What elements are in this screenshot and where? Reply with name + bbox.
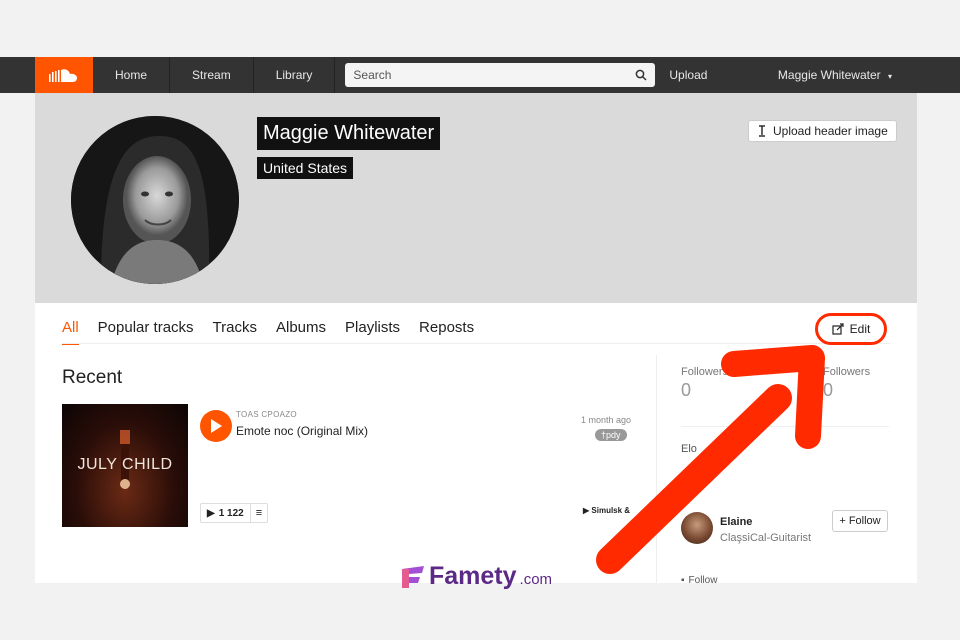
follow-link[interactable]: ▪ Follow [681, 575, 717, 586]
play-button[interactable] [200, 410, 232, 442]
track-tag[interactable]: †pdy [595, 429, 627, 441]
track-artist[interactable]: TOAS CPOAZO [236, 410, 297, 419]
play-small-icon: ▶ [583, 506, 590, 515]
tab-all[interactable]: All [62, 319, 79, 345]
sidebar-line [681, 426, 889, 427]
follow-button[interactable]: + Follow [832, 510, 888, 532]
follower-avatar[interactable] [681, 512, 713, 544]
search-box[interactable] [345, 63, 656, 87]
tab-tracks[interactable]: Tracks [213, 319, 257, 345]
watermark-brand: Famety [429, 562, 517, 590]
soundcloud-logo[interactable] [35, 57, 93, 93]
upload-icon [759, 125, 765, 137]
more-icon[interactable]: ≡ [251, 507, 267, 519]
recent-heading: Recent [62, 367, 123, 388]
tab-albums[interactable]: Albums [276, 319, 326, 345]
sidebar-heading: Elo [681, 443, 697, 455]
edit-button[interactable]: Edit [815, 313, 887, 345]
search-icon[interactable] [635, 69, 647, 81]
track-artwork[interactable]: JULY CHILD [62, 404, 188, 527]
follow-small-icon: ▪ [681, 575, 685, 586]
tab-reposts[interactable]: Reposts [419, 319, 474, 345]
artwork-title: JULY CHILD [77, 456, 173, 473]
play-icon [211, 419, 222, 433]
plus-icon: + [839, 515, 846, 527]
user-menu-label: Maggie Whitewater [777, 68, 881, 82]
profile-avatar[interactable] [71, 116, 239, 284]
track-title[interactable]: Emote noc (Original Mix) [236, 424, 368, 438]
similar-label: Simulsk & [591, 506, 631, 515]
tab-playlists[interactable]: Playlists [345, 319, 400, 345]
nav-stream[interactable]: Stream [170, 57, 254, 93]
profile-tabs: All Popular tracks Tracks Albums Playlis… [62, 319, 474, 345]
edit-icon [832, 323, 844, 335]
watermark-logo-icon [402, 565, 424, 588]
track-date: 1 month ago [580, 415, 631, 425]
followers-count[interactable]: 0 [681, 380, 691, 401]
profile-header: Maggie Whitewater United States Upload h… [35, 93, 917, 303]
user-menu[interactable]: Maggie Whitewater ▾ [778, 68, 892, 82]
tab-popular-tracks[interactable]: Popular tracks [98, 319, 194, 345]
profile-name: Maggie Whitewater [257, 117, 441, 150]
watermark-suffix: .com [519, 571, 553, 588]
upload-header-label: Upload header image [773, 124, 888, 138]
chevron-down-icon: ▾ [887, 72, 892, 81]
nav-library[interactable]: Library [254, 57, 336, 93]
follower-name[interactable]: Elaine [720, 516, 752, 528]
followers-label[interactable]: Followers [823, 366, 870, 378]
play-count-value: 1 122 [218, 507, 244, 519]
avatar-portrait [71, 116, 239, 284]
tabs-divider [62, 343, 890, 344]
upload-link[interactable]: Upload [669, 68, 707, 82]
cloud-icon [49, 69, 77, 82]
nav-home[interactable]: Home [93, 57, 171, 93]
follow-link-label: Follow [688, 575, 718, 586]
search-input[interactable] [353, 68, 636, 82]
follow-label: Follow [848, 515, 881, 527]
sidebar-divider [656, 355, 657, 583]
profile-page: Maggie Whitewater United States Upload h… [35, 93, 917, 586]
play-count[interactable]: ▶ 1 122 [201, 504, 251, 522]
follower-role: ClaşsiCal-Guitarist [720, 532, 812, 544]
similar-link[interactable]: ▶ Simulsk & [583, 506, 630, 515]
track-actions: ▶ 1 122 ≡ [200, 503, 269, 523]
edit-label: Edit [849, 322, 871, 336]
followers-label[interactable]: Followers [681, 366, 728, 378]
followers-count[interactable]: 0 [823, 380, 833, 401]
upload-header-image-button[interactable]: Upload header image [748, 120, 897, 142]
profile-country: United States [257, 157, 354, 179]
top-navigation-bar: Home Stream Library Upload Maggie Whitew… [0, 57, 960, 93]
watermark: Famety .com [400, 562, 552, 591]
play-small-icon: ▶ [207, 507, 215, 519]
